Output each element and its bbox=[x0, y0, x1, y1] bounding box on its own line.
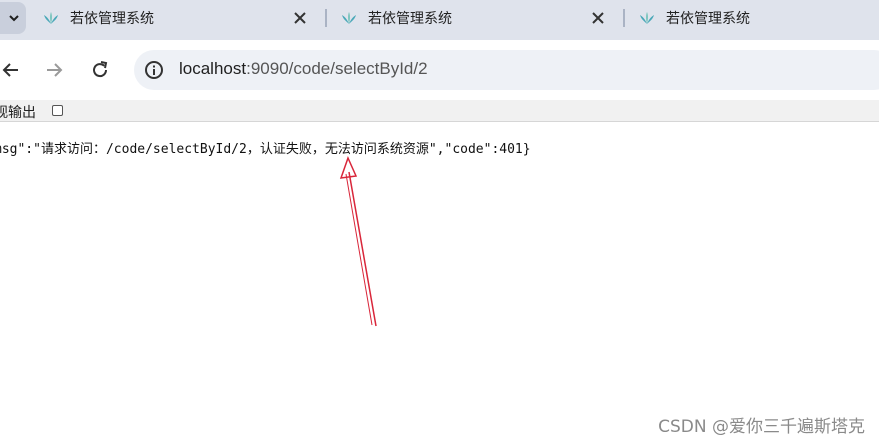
close-icon[interactable] bbox=[292, 10, 308, 26]
tab-separator bbox=[325, 9, 327, 27]
browser-tab-1[interactable]: 若依管理系统 bbox=[30, 0, 322, 36]
browser-tab-2[interactable]: 若依管理系统 bbox=[328, 0, 620, 36]
tab-strip: 若依管理系统 若依管理系统 若依管理系统 bbox=[0, 0, 879, 40]
url-text[interactable]: localhost:9090/code/selectById/2 bbox=[179, 59, 428, 79]
browser-tab-3[interactable]: 若依管理系统 bbox=[626, 0, 879, 36]
chevron-down-icon bbox=[9, 15, 19, 22]
forward-arrow-icon[interactable] bbox=[43, 59, 65, 81]
pretty-print-bar: 观输出 bbox=[0, 100, 879, 122]
reload-icon[interactable] bbox=[89, 59, 111, 81]
tab-separator bbox=[623, 9, 625, 27]
url-path: :9090/code/selectById/2 bbox=[246, 59, 428, 78]
tab-title: 若依管理系统 bbox=[666, 11, 750, 27]
address-bar[interactable]: localhost:9090/code/selectById/2 bbox=[134, 50, 879, 90]
tab-title: 若依管理系统 bbox=[70, 11, 154, 27]
tab-search-button[interactable] bbox=[0, 2, 26, 34]
ruoyi-favicon-icon bbox=[342, 12, 356, 24]
url-host: localhost bbox=[179, 59, 247, 78]
browser-toolbar: localhost:9090/code/selectById/2 bbox=[0, 40, 879, 102]
close-icon[interactable] bbox=[590, 10, 606, 26]
watermark: CSDN @爱你三千遍斯塔克 bbox=[658, 417, 865, 437]
pretty-print-label: 观输出 bbox=[0, 105, 36, 121]
back-arrow-icon[interactable] bbox=[0, 59, 22, 81]
site-info-icon[interactable] bbox=[144, 60, 164, 80]
ruoyi-favicon-icon bbox=[640, 12, 654, 24]
ruoyi-favicon-icon bbox=[44, 12, 58, 24]
pretty-print-checkbox[interactable] bbox=[52, 105, 63, 116]
tab-title: 若依管理系统 bbox=[368, 11, 452, 27]
response-body: msg":"请求访问：/code/selectById/2，认证失败，无法访问系… bbox=[0, 142, 531, 157]
